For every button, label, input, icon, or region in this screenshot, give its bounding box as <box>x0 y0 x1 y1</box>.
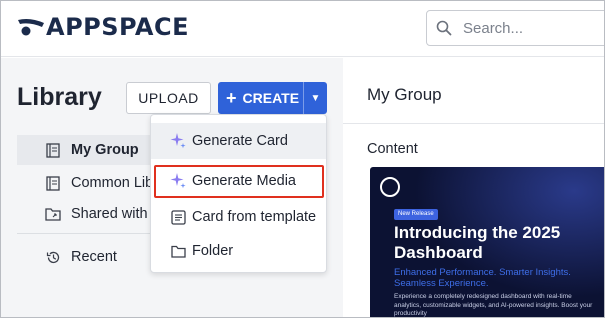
create-button-group: + CREATE ▼ <box>218 82 327 114</box>
sidebar-item-my-group[interactable]: My Group <box>17 135 167 165</box>
page-title: Library <box>17 83 102 111</box>
appspace-logo-icon <box>18 19 44 36</box>
menu-item-label: Generate Card <box>192 133 288 149</box>
template-icon <box>169 208 187 226</box>
caret-down-icon: ▼ <box>310 92 321 104</box>
create-button[interactable]: + CREATE <box>218 82 304 114</box>
sidebar-item-common-library[interactable]: Common Lib <box>17 168 167 198</box>
highlight-annotation <box>154 165 324 198</box>
card-subheadline: Enhanced Performance. Smarter Insights. … <box>394 267 571 289</box>
content-card-thumbnail[interactable]: New Release Introducing the 2025 Dashboa… <box>370 167 604 317</box>
appspace-logo[interactable]: APPSPACE <box>16 13 189 41</box>
create-dropdown-toggle[interactable]: ▼ <box>304 82 327 114</box>
menu-item-label: Folder <box>192 243 234 259</box>
card-tag: New Release <box>394 209 438 220</box>
sidebar-item-label: Shared with <box>71 206 148 222</box>
sidebar-item-label: My Group <box>71 142 139 158</box>
search-icon <box>435 19 453 37</box>
plus-icon: + <box>226 88 237 108</box>
menu-item-card-from-template[interactable]: Card from template <box>151 199 326 235</box>
menu-item-folder[interactable]: Folder <box>151 233 326 269</box>
content-section-label: Content <box>367 141 418 157</box>
menu-item-generate-card[interactable]: Generate Card <box>151 123 326 159</box>
brand-name: APPSPACE <box>46 13 190 41</box>
group-title: My Group <box>367 85 442 104</box>
history-icon <box>45 249 61 265</box>
shared-folder-icon <box>45 206 61 222</box>
book-icon <box>45 142 61 158</box>
sidebar-item-label: Common Lib <box>71 175 154 191</box>
select-checkbox[interactable] <box>380 177 400 197</box>
sidebar-item-label: Recent <box>71 249 117 265</box>
upload-button[interactable]: UPLOAD <box>126 82 211 114</box>
menu-item-label: Card from template <box>192 209 317 225</box>
folder-icon <box>169 242 187 260</box>
create-label: CREATE <box>242 90 300 106</box>
sparkle-icon <box>169 132 187 150</box>
sidebar-item-shared-with[interactable]: Shared with <box>17 199 167 229</box>
card-description: Experience a completely redesigned dashb… <box>394 293 593 317</box>
top-bar: APPSPACE Search... <box>1 1 604 57</box>
app-window: APPSPACE Search... Library UPLOAD + CREA… <box>0 0 605 318</box>
content-divider <box>343 123 604 124</box>
book-icon <box>45 175 61 191</box>
search-placeholder: Search... <box>463 19 524 37</box>
search-input[interactable]: Search... <box>426 10 604 46</box>
card-headline: Introducing the 2025 Dashboard <box>394 223 561 262</box>
sidebar-divider <box>17 233 151 234</box>
sidebar-item-recent[interactable]: Recent <box>17 242 167 272</box>
